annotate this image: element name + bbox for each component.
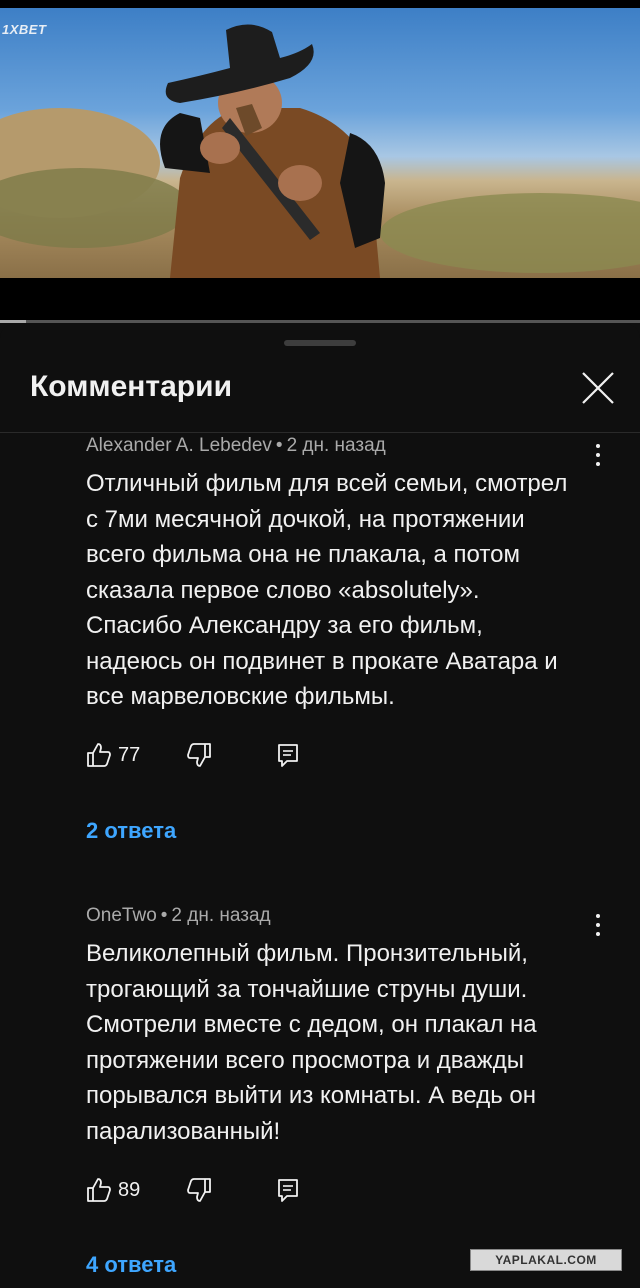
comment-line: все марвеловские фильмы. <box>86 683 395 710</box>
cowboy-figure <box>160 24 385 278</box>
meta-separator: • <box>275 435 283 456</box>
drag-handle[interactable] <box>284 340 356 346</box>
site-watermark: YAPLAKAL.COM <box>470 1249 622 1271</box>
dislike-button[interactable] <box>186 1172 212 1208</box>
video-player[interactable]: 1XBET <box>0 8 640 278</box>
dislike-button[interactable] <box>186 737 212 773</box>
comment-line: протяжении всего просмотра и дважды <box>86 1046 524 1074</box>
comment-line: с 7ми месячной дочкой, на протяжении <box>86 505 525 533</box>
comment-author[interactable]: Alexander A. Lebedev <box>86 435 272 456</box>
thumbs-down-icon <box>187 743 211 767</box>
comment-more-button[interactable] <box>586 440 610 470</box>
like-button[interactable]: 77 <box>86 737 140 773</box>
view-replies-link[interactable]: 2 ответа <box>86 818 176 844</box>
reply-comment-icon <box>278 744 298 767</box>
channel-logo: 1XBET <box>2 22 47 37</box>
comment-line: сказала первое слово «absolutely». <box>86 576 480 604</box>
reply-comment-icon <box>278 1179 298 1202</box>
comment-meta: Alexander A. Lebedev • 2 дн. назад <box>86 434 596 458</box>
comment-time: 2 дн. назад <box>171 905 271 926</box>
comment-author[interactable]: OneTwo <box>86 905 157 926</box>
comment-text: Отличный фильм для всей семьи, смотрел с… <box>86 466 596 715</box>
comments-sheet: Комментарии Alexander A. Lebedev • 2 дн. н… <box>0 324 640 1288</box>
comment-line: трогающий за тончайшие струны души. <box>86 975 528 1003</box>
view-replies-link[interactable]: 4 ответа <box>86 1252 176 1278</box>
comment-actions: 77 <box>86 737 386 773</box>
comment-line: Великолепный фильм. Пронзительный, <box>86 940 528 967</box>
comment-more-button[interactable] <box>586 910 610 940</box>
comments-title: Комментарии <box>30 370 233 403</box>
video-progress-track[interactable] <box>0 320 640 323</box>
comment-line: всего фильма она не плакала, а потом <box>86 541 520 568</box>
video-progress-fill <box>0 320 26 323</box>
thumbs-down-icon <box>187 1178 211 1202</box>
header-divider <box>0 432 640 433</box>
comment-line: надеюсь он подвинет в прокате Аватара и <box>86 647 558 675</box>
like-button[interactable]: 89 <box>86 1172 140 1208</box>
thumbs-up-icon <box>87 743 111 767</box>
meta-separator: • <box>160 905 168 926</box>
comment-actions: 89 <box>86 1172 386 1208</box>
video-letterbox <box>0 278 640 320</box>
reply-button[interactable] <box>276 737 300 773</box>
comment-meta: OneTwo • 2 дн. назад <box>86 904 596 928</box>
close-button[interactable] <box>578 368 618 408</box>
reply-button[interactable] <box>276 1172 300 1208</box>
comment-line: парализованный! <box>86 1117 281 1145</box>
comment-line: порывался выйти из комнаты. А ведь он <box>86 1082 537 1109</box>
comment-time: 2 дн. назад <box>286 435 386 456</box>
comment-line: Смотрели вместе с дедом, он плакал на <box>86 1011 537 1038</box>
comment-item: OneTwo • 2 дн. назад Великолепный фильм. П… <box>86 904 596 1149</box>
like-count: 89 <box>118 1178 141 1201</box>
status-strip <box>0 0 640 8</box>
comment-text: Великолепный фильм. Пронзительный, трога… <box>86 936 596 1149</box>
comment-line: Отличный фильм для всей семьи, смотрел <box>86 470 568 497</box>
comment-item: Alexander A. Lebedev • 2 дн. назад Отличны… <box>86 434 596 715</box>
like-count: 77 <box>118 743 141 766</box>
comment-line: Спасибо Александру за его фильм, <box>86 612 483 639</box>
close-icon <box>582 372 614 404</box>
thumbs-up-icon <box>87 1178 111 1202</box>
